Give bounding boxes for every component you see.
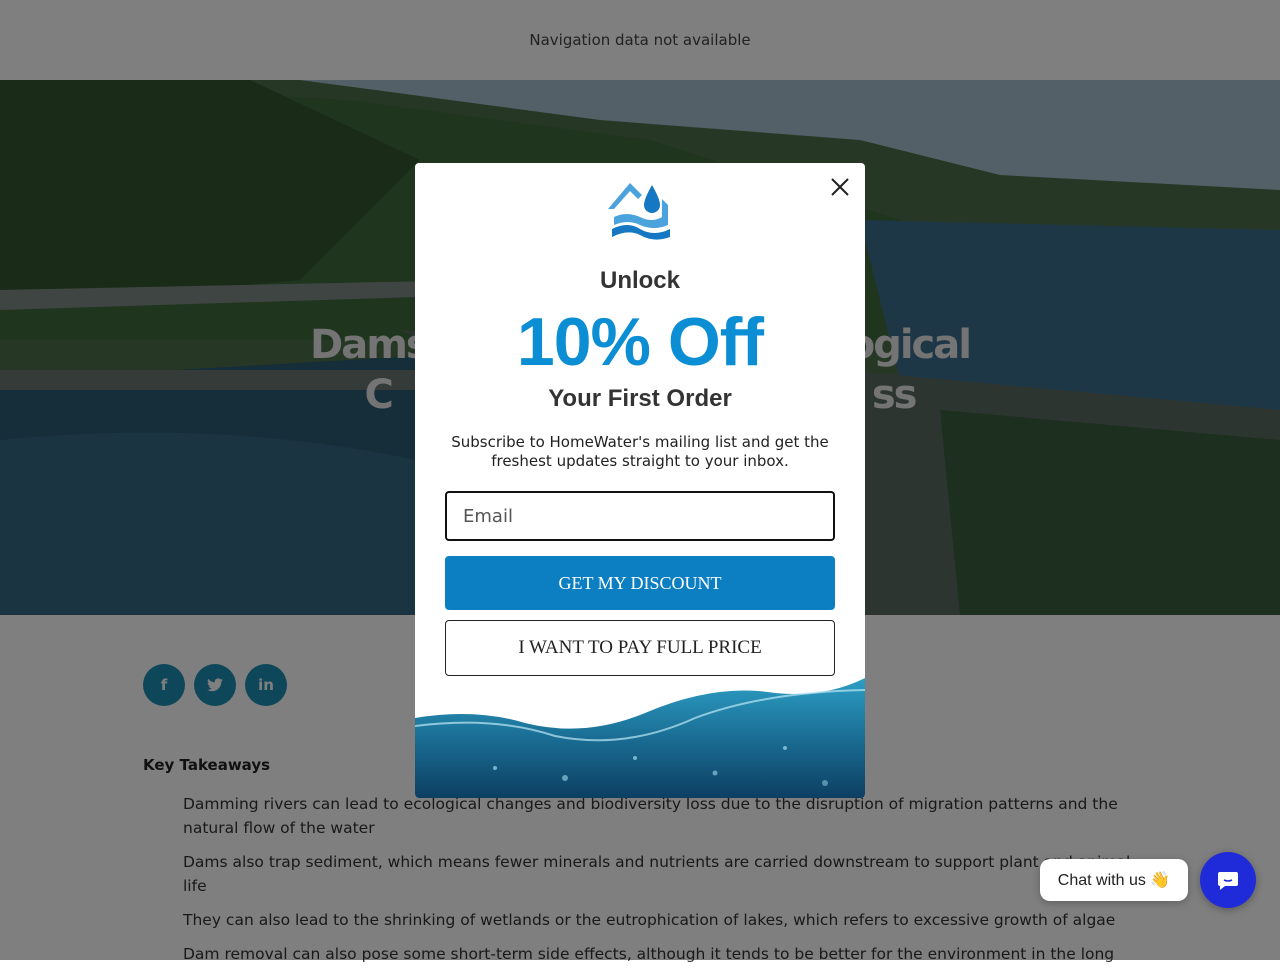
chat-with-us-bubble[interactable]: Chat with us 👋: [1040, 859, 1188, 901]
get-discount-button[interactable]: GET MY DISCOUNT: [445, 556, 835, 610]
close-icon[interactable]: [829, 176, 851, 198]
popup-headline: 10% Off: [516, 304, 764, 380]
email-field[interactable]: [445, 491, 835, 541]
popup-subheadline: Your First Order: [548, 385, 732, 412]
water-wave-image: [415, 678, 865, 798]
chat-bubble-text: Chat with us 👋: [1057, 872, 1171, 889]
discount-popup: Unlock 10% Off Your First Order Subscrib…: [415, 163, 865, 798]
popup-description: Subscribe to HomeWater's mailing list an…: [451, 433, 829, 470]
chat-icon: [1218, 872, 1238, 890]
pay-full-price-button[interactable]: I WANT TO PAY FULL PRICE: [445, 620, 835, 676]
chat-launcher-button[interactable]: [1200, 852, 1256, 908]
popup-unlock-text: Unlock: [599, 267, 680, 294]
homewater-logo-icon: [608, 183, 670, 240]
